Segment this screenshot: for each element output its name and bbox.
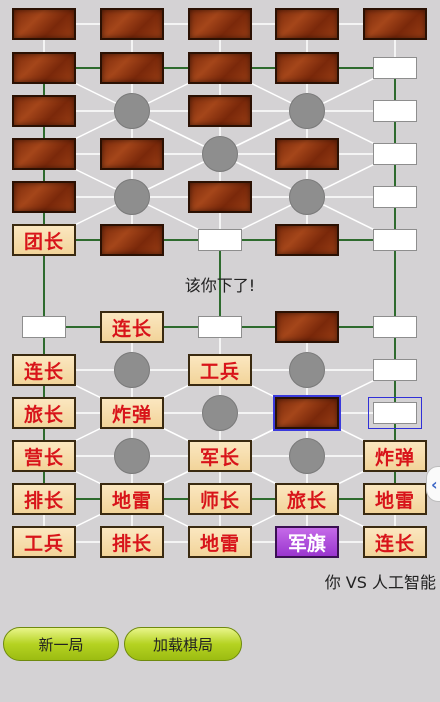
camp-station[interactable] — [202, 395, 238, 431]
player-piece[interactable]: 地雷 — [363, 483, 427, 515]
opponent-piece[interactable] — [188, 8, 252, 40]
opponent-piece[interactable] — [100, 138, 164, 170]
turn-message: 该你下了! — [184, 276, 256, 295]
opponent-piece[interactable] — [275, 52, 339, 84]
player-piece[interactable]: 团长 — [12, 224, 76, 256]
player-piece[interactable]: 工兵 — [12, 526, 76, 558]
camp-station[interactable] — [289, 179, 325, 215]
camp-station[interactable] — [202, 136, 238, 172]
opponent-piece[interactable] — [12, 181, 76, 213]
camp-station[interactable] — [289, 93, 325, 129]
player-piece[interactable]: 旅长 — [275, 483, 339, 515]
empty-post[interactable] — [373, 143, 417, 165]
player-piece[interactable]: 军长 — [188, 440, 252, 472]
opponent-piece[interactable] — [12, 138, 76, 170]
player-piece[interactable]: 排长 — [12, 483, 76, 515]
opponent-piece[interactable] — [188, 52, 252, 84]
player-piece[interactable]: 排长 — [100, 526, 164, 558]
empty-post[interactable] — [373, 57, 417, 79]
camp-station[interactable] — [289, 352, 325, 388]
player-piece[interactable]: 旅长 — [12, 397, 76, 429]
opponent-piece[interactable] — [188, 95, 252, 127]
player-piece[interactable]: 炸弹 — [363, 440, 427, 472]
empty-post[interactable] — [373, 229, 417, 251]
empty-post[interactable] — [373, 359, 417, 381]
opponent-piece[interactable] — [100, 224, 164, 256]
camp-station[interactable] — [114, 438, 150, 474]
player-piece[interactable]: 营长 — [12, 440, 76, 472]
opponent-piece[interactable] — [12, 8, 76, 40]
empty-post[interactable] — [373, 100, 417, 122]
empty-post[interactable] — [368, 397, 422, 429]
flag-piece[interactable]: 军旗 — [275, 526, 339, 558]
camp-station[interactable] — [114, 352, 150, 388]
opponent-piece[interactable] — [12, 52, 76, 84]
chevron-left-icon: ‹ — [431, 474, 438, 494]
empty-post[interactable] — [22, 316, 66, 338]
player-piece[interactable]: 炸弹 — [100, 397, 164, 429]
camp-station[interactable] — [114, 93, 150, 129]
empty-post[interactable] — [198, 229, 242, 251]
player-piece[interactable]: 连长 — [363, 526, 427, 558]
player-piece[interactable]: 地雷 — [188, 526, 252, 558]
camp-station[interactable] — [114, 179, 150, 215]
versus-label: 你 VS 人工智能 — [324, 573, 436, 592]
empty-post[interactable] — [373, 316, 417, 338]
side-panel-handle[interactable]: ‹ — [426, 466, 440, 502]
opponent-piece[interactable] — [363, 8, 427, 40]
opponent-piece[interactable] — [275, 138, 339, 170]
new-game-button[interactable]: 新一局 — [3, 627, 119, 661]
player-piece[interactable]: 连长 — [100, 311, 164, 343]
opponent-piece[interactable] — [275, 8, 339, 40]
opponent-piece[interactable] — [100, 8, 164, 40]
opponent-piece[interactable] — [188, 181, 252, 213]
player-piece[interactable]: 地雷 — [100, 483, 164, 515]
player-piece[interactable]: 工兵 — [188, 354, 252, 386]
opponent-piece[interactable] — [273, 395, 341, 431]
player-piece[interactable]: 连长 — [12, 354, 76, 386]
opponent-piece[interactable] — [275, 311, 339, 343]
empty-post[interactable] — [373, 186, 417, 208]
opponent-piece[interactable] — [275, 224, 339, 256]
load-game-button[interactable]: 加载棋局 — [124, 627, 242, 661]
camp-station[interactable] — [289, 438, 325, 474]
player-piece[interactable]: 师长 — [188, 483, 252, 515]
opponent-piece[interactable] — [100, 52, 164, 84]
opponent-piece[interactable] — [12, 95, 76, 127]
empty-post[interactable] — [198, 316, 242, 338]
